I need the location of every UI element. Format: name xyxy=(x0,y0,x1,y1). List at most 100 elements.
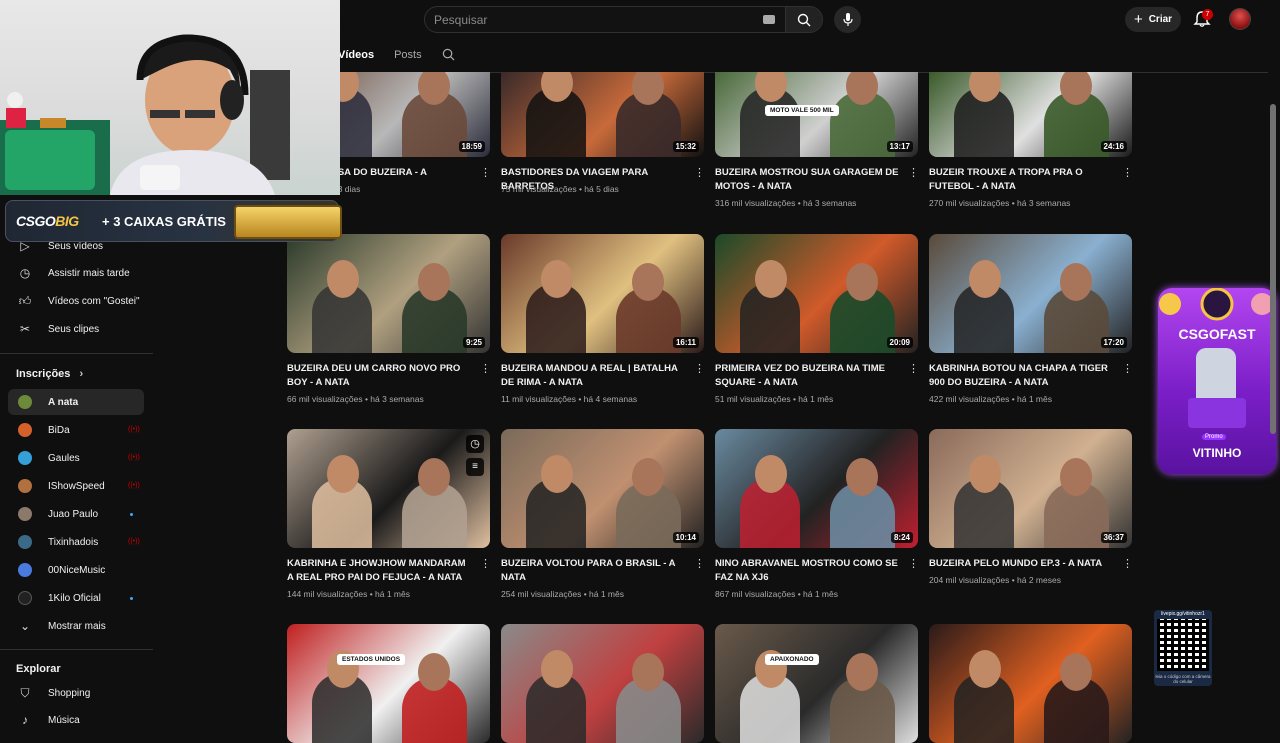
more-options-icon[interactable]: ⋮ xyxy=(480,364,491,375)
sidebar-item-shopping[interactable]: ⛉ Shopping xyxy=(8,680,144,706)
sidebar-item-juao-paulo[interactable]: Juao Paulo xyxy=(8,501,144,527)
sidebar-item-label: Assistir mais tarde xyxy=(48,267,130,279)
sidebar-item-00nicemusic[interactable]: 00NiceMusic xyxy=(8,557,144,583)
plus-icon: + xyxy=(1133,11,1143,28)
more-options-icon[interactable]: ⋮ xyxy=(908,168,919,179)
new-content-dot xyxy=(130,512,133,516)
search-icon xyxy=(797,13,811,26)
more-options-icon[interactable]: ⋮ xyxy=(694,559,705,570)
video-thumbnail[interactable]: ◷ ≡ xyxy=(287,429,490,548)
video-age: há 1 mês xyxy=(798,394,834,404)
video-thumbnail[interactable]: ESTADOS UNIDOS xyxy=(287,624,490,743)
banner-promo-text: + 3 CAIXAS GRÁTIS xyxy=(102,214,226,229)
video-title[interactable]: BUZEIRA PELO MUNDO EP.3 - A NATA xyxy=(929,557,1113,571)
watch-later-icon[interactable]: ◷ xyxy=(466,435,484,453)
video-thumbnail[interactable]: 24:16 xyxy=(929,72,1132,157)
sidebar-item-bida[interactable]: BiDa ((•)) xyxy=(8,417,144,443)
video-thumbnail[interactable]: 20:09 xyxy=(715,234,918,353)
channel-avatar xyxy=(18,479,32,493)
video-thumbnail[interactable]: 15:32 xyxy=(501,72,704,157)
more-options-icon[interactable]: ⋮ xyxy=(694,364,705,375)
more-options-icon[interactable]: ⋮ xyxy=(1122,168,1133,179)
channel-search-icon[interactable] xyxy=(442,48,455,61)
video-thumbnail[interactable]: 8:24 xyxy=(715,429,918,548)
video-duration: 8:24 xyxy=(890,532,913,543)
video-meta: 66 mil visualizações • há 3 semanas xyxy=(287,394,424,404)
video-title[interactable]: KABRINHA BOTOU NA CHAPA A TIGER 900 DO B… xyxy=(929,362,1113,390)
video-title[interactable]: BUZEIR TROUXE A TROPA PRA O FUTEBOL - A … xyxy=(929,166,1113,194)
video-meta: 422 mil visualizações • há 1 mês xyxy=(929,394,1052,404)
video-thumbnail[interactable]: 10:14 xyxy=(501,429,704,548)
sidebar-item-label: Vídeos com "Gostei" xyxy=(48,295,140,307)
create-button[interactable]: + Criar xyxy=(1125,7,1181,32)
video-meta: 11 mil visualizações • há 4 semanas xyxy=(501,394,637,404)
sidebar-item-ishowspeed[interactable]: IShowSpeed ((•)) xyxy=(8,473,144,499)
sidebar-item-liked-videos[interactable]: 👍︎ Vídeos com "Gostei" xyxy=(8,288,144,314)
thumbnail-text: APAIXONADO xyxy=(765,654,819,665)
video-thumbnail[interactable]: 9:25 xyxy=(287,234,490,353)
thumb-up-icon: 👍︎ xyxy=(18,293,32,308)
video-duration: 24:16 xyxy=(1100,141,1127,152)
video-duration: 13:17 xyxy=(886,141,913,152)
thumbnail-figures xyxy=(929,429,1132,548)
channel-avatar xyxy=(18,451,32,465)
voice-search-button[interactable] xyxy=(834,6,861,33)
video-title[interactable]: NINO ABRAVANEL MOSTROU COMO SE FAZ NA XJ… xyxy=(715,557,899,585)
sidebar-item-1kilo-oficial[interactable]: 1Kilo Oficial xyxy=(8,585,144,611)
search-button[interactable] xyxy=(785,6,823,33)
csgobig-promo-banner: CSGOBIG + 3 CAIXAS GRÁTIS xyxy=(5,200,342,242)
video-title[interactable]: BUZEIRA DEU UM CARRO NOVO PRO BOY - A NA… xyxy=(287,362,471,390)
tab-posts[interactable]: Posts xyxy=(394,49,422,61)
video-title[interactable]: BUZEIRA VOLTOU PARA O BRASIL - A NATA xyxy=(501,557,685,585)
channel-avatar xyxy=(18,507,32,521)
sidebar-item-a-nata[interactable]: A nata xyxy=(8,389,144,415)
video-thumbnail[interactable]: APAIXONADO xyxy=(715,624,918,743)
video-title[interactable]: KABRINHA E JHOWJHOW MANDARAM A REAL PRO … xyxy=(287,557,471,585)
more-options-icon[interactable]: ⋮ xyxy=(480,559,491,570)
more-options-icon[interactable]: ⋮ xyxy=(480,168,491,179)
video-thumbnail[interactable]: 16:11 xyxy=(501,234,704,353)
video-title[interactable]: PRIMEIRA VEZ DO BUZEIRA NA TIME SQUARE -… xyxy=(715,362,899,390)
video-thumbnail[interactable] xyxy=(501,624,704,743)
keyboard-icon[interactable] xyxy=(763,15,775,24)
more-options-icon[interactable]: ⋮ xyxy=(1122,559,1133,570)
more-options-icon[interactable]: ⋮ xyxy=(694,168,705,179)
search-input[interactable]: Pesquisar xyxy=(424,6,786,33)
video-thumbnail[interactable]: 17:20 xyxy=(929,234,1132,353)
video-thumbnail[interactable] xyxy=(929,624,1132,743)
thumbnail-figures xyxy=(287,624,490,743)
sidebar-item-label: Mostrar mais xyxy=(48,620,106,632)
account-avatar[interactable] xyxy=(1229,8,1251,30)
thumbnail-figures xyxy=(287,234,490,353)
video-duration: 20:09 xyxy=(886,337,913,348)
video-views: 316 mil visualizações xyxy=(715,198,796,208)
video-duration: 9:25 xyxy=(462,337,485,348)
sidebar-item-your-clips[interactable]: ✂ Seus clipes xyxy=(8,316,144,342)
video-views: 51 mil visualizações xyxy=(715,394,791,404)
bag-icon: ⛉ xyxy=(20,685,30,700)
more-options-icon[interactable]: ⋮ xyxy=(908,559,919,570)
qr-code-image xyxy=(1157,619,1209,671)
video-age: há 3 semanas xyxy=(370,394,424,404)
sidebar-item-gaules[interactable]: Gaules ((•)) xyxy=(8,445,144,471)
sidebar-item-tixinhadois[interactable]: Tixinhadois ((•)) xyxy=(8,529,144,555)
video-thumbnail[interactable]: 36:37 xyxy=(929,429,1132,548)
meta-separator: • xyxy=(1009,575,1018,585)
video-age: há 1 mês xyxy=(1017,394,1052,404)
video-title[interactable]: BUZEIRA MANDOU A REAL | BATALHA DE RIMA … xyxy=(501,362,685,390)
sidebar-item-music[interactable]: ♪ Música xyxy=(8,707,144,733)
video-views: 66 mil visualizações xyxy=(287,394,363,404)
more-options-icon[interactable]: ⋮ xyxy=(908,364,919,375)
more-options-icon[interactable]: ⋮ xyxy=(1122,364,1133,375)
tab-videos[interactable]: Vídeos xyxy=(338,49,374,61)
show-more-button[interactable]: ⌄ Mostrar mais xyxy=(8,613,144,639)
add-to-queue-icon[interactable]: ≡ xyxy=(466,458,484,476)
channel-avatar xyxy=(18,535,32,549)
music-icon: ♪ xyxy=(22,713,28,727)
sidebar-item-label: Juao Paulo xyxy=(48,508,99,520)
video-title[interactable]: BUZEIRA MOSTROU SUA GARAGEM DE MOTOS - A… xyxy=(715,166,899,194)
subscriptions-heading[interactable]: Inscrições › xyxy=(16,368,83,380)
video-thumbnail[interactable]: MOTO VALE 500 MIL 13:17 xyxy=(715,72,918,157)
page-scrollbar[interactable] xyxy=(1270,104,1276,434)
sidebar-item-watch-later[interactable]: ◷ Assistir mais tarde xyxy=(8,260,144,286)
